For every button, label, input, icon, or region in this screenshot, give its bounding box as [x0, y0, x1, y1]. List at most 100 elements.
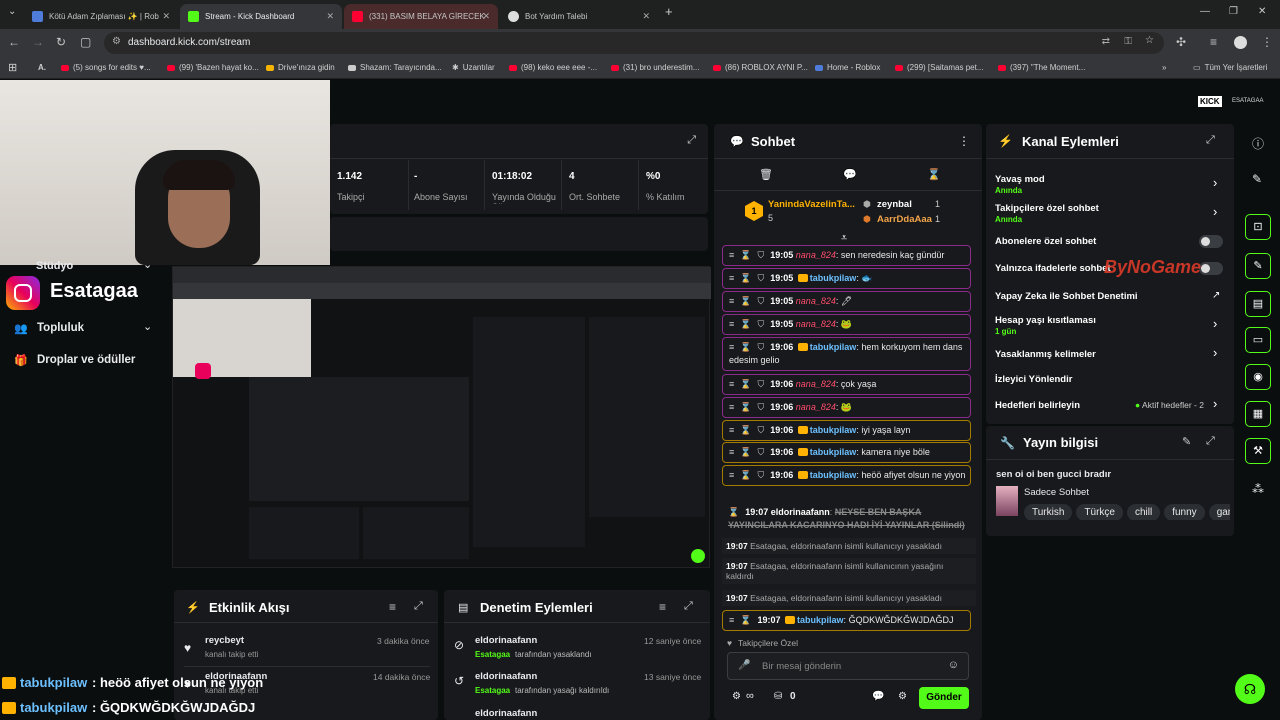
hourglass-icon[interactable]: ⌛ — [740, 249, 751, 262]
sidebar-item-studio[interactable]: Stüdyo — [36, 260, 73, 272]
pin-icon[interactable]: ≡ — [729, 341, 734, 354]
popout-icon[interactable]: ⤢ — [1206, 134, 1215, 147]
pin-icon[interactable]: ≡ — [729, 424, 734, 437]
shield-icon[interactable]: ⛉ — [757, 318, 764, 331]
chat-message[interactable]: ≡ ⌛ 19:07 tabukpilaw: ĞQDKWĞDKĞWJDAĞDJ — [722, 610, 971, 631]
message-user[interactable]: tabukpilaw — [810, 470, 857, 480]
moderation-user[interactable]: eldorinaafann — [475, 671, 537, 682]
side-panel-icon[interactable]: ▢ — [80, 35, 91, 49]
emoji-icon[interactable]: ☺ — [948, 659, 959, 671]
moderation-user[interactable]: eldorinaafann — [475, 708, 537, 720]
hourglass-icon[interactable]: ⌛ — [740, 424, 751, 437]
kick-logo-icon[interactable]: KICK — [1198, 96, 1222, 107]
moderation-user[interactable]: eldorinaafann — [475, 635, 537, 646]
pin-icon[interactable]: ≡ — [729, 446, 734, 459]
tag-pill[interactable]: gamin — [1208, 504, 1230, 520]
shield-icon[interactable]: ⛉ — [757, 341, 764, 354]
chat-message[interactable]: ≡ ⌛ ⛉ 19:06 tabukpilaw: iyi yaşa layn — [722, 420, 971, 441]
chat-mode-icon[interactable]: 💬 — [843, 168, 857, 181]
followers-only-action[interactable]: Takipçilere özel sohbet Anında — [995, 203, 1099, 224]
edit-pencil-icon[interactable]: ✎ — [1182, 435, 1191, 448]
bot-icon[interactable]: ⚙ — [732, 691, 741, 702]
tag-pill[interactable]: Türkçe — [1076, 504, 1123, 520]
password-key-icon[interactable]: ⚿ — [1124, 36, 1132, 47]
bookmark-a[interactable]: A. — [38, 63, 46, 72]
message-user[interactable]: eldorinaafann — [771, 507, 830, 517]
chat-message[interactable]: ≡ ⌛ ⛉ 19:06 tabukpilaw: kamera niye böle — [722, 442, 971, 463]
settings-gear-icon[interactable]: ⚙ — [898, 691, 907, 702]
address-bar[interactable]: ⚙ dashboard.kick.com/stream ⇄ ⚿ ☆ — [104, 32, 1164, 54]
sidebar-item-community[interactable]: Topluluk — [37, 322, 84, 334]
message-user[interactable]: nana_824 — [796, 402, 836, 412]
maximize-icon[interactable]: ❐ — [1229, 6, 1238, 17]
pin-icon[interactable]: ≡ — [729, 295, 734, 308]
chat-message[interactable]: ≡ ⌛ ⛉ 19:05 tabukpilaw: 🐟 — [722, 268, 971, 289]
close-tab-icon[interactable]: ✕ — [482, 11, 490, 22]
message-user[interactable]: nana_824 — [796, 250, 836, 260]
hourglass-icon[interactable]: ⌛ — [740, 401, 751, 414]
pencil-icon[interactable]: ✎ — [1252, 172, 1262, 186]
external-link-icon[interactable]: ↗ — [1212, 290, 1220, 301]
rail-layout-icon[interactable]: ▦ — [1245, 401, 1271, 427]
hourglass-icon[interactable]: ⌛ — [740, 446, 751, 459]
chat-message[interactable]: ≡ ⌛ ⛉ 19:06 nana_824: 🐸 — [722, 397, 971, 418]
translate-icon[interactable]: ⇄ — [1102, 36, 1110, 47]
pin-icon[interactable]: ≡ — [729, 401, 734, 414]
microphone-icon[interactable]: 🎤 — [738, 660, 750, 671]
chat-menu-icon[interactable]: ⋮ — [958, 134, 970, 148]
host-action[interactable]: İzleyici Yönlendir — [995, 374, 1072, 385]
message-user[interactable]: tabukpilaw — [810, 342, 857, 352]
tag-pill[interactable]: Turkish — [1024, 504, 1073, 520]
stream-preview[interactable] — [172, 266, 711, 568]
close-tab-icon[interactable]: ✕ — [326, 11, 334, 22]
close-window-icon[interactable]: ✕ — [1258, 6, 1266, 17]
activity-user[interactable]: reycbeyt — [205, 635, 244, 646]
shield-icon[interactable]: ⛉ — [757, 378, 764, 391]
bookmark-bro[interactable]: (31) bro underestim... — [611, 63, 699, 72]
hourglass-icon[interactable]: ⌛ — [740, 614, 751, 627]
chevron-down-icon[interactable]: ⌄ — [143, 258, 152, 271]
subscribers-only-toggle[interactable] — [1199, 235, 1223, 248]
chat-message[interactable]: ≡ ⌛ ⛉ 19:06 tabukpilaw: heöö afiyet olsun n… — [722, 465, 971, 486]
hourglass-icon[interactable]: ⌛ — [740, 272, 751, 285]
new-tab-icon[interactable]: + — [665, 4, 673, 19]
message-user[interactable]: nana_824 — [796, 319, 836, 329]
back-icon[interactable]: ← — [8, 35, 20, 49]
ai-moderation-action[interactable]: Yapay Zeka ile Sohbet Denetimi — [995, 291, 1138, 302]
trash-icon[interactable]: 🗑 — [759, 168, 773, 181]
all-bookmarks[interactable]: ▭ Tüm Yer İşaretleri — [1193, 63, 1267, 72]
account-age-action[interactable]: Hesap yaşı kısıtlaması 1 gün — [995, 315, 1096, 336]
pin-icon[interactable]: ≡ — [729, 378, 734, 391]
chevron-right-icon[interactable]: › — [1213, 204, 1217, 219]
pin-icon[interactable]: ≡ — [729, 272, 734, 285]
bookmark-extensions[interactable]: ✱ Uzantılar — [452, 63, 495, 72]
profile-avatar[interactable] — [1234, 36, 1247, 49]
hourglass-icon[interactable]: ⌛ — [927, 168, 941, 181]
browser-menu-icon[interactable]: ⋮ — [1261, 35, 1273, 49]
popout-icon[interactable]: ⤢ — [687, 134, 696, 147]
deleted-message[interactable]: ⌛ 19:07 eldorinaafann: NEYSE BEN BAŞKA YA… — [722, 503, 976, 535]
forward-icon[interactable]: → — [32, 35, 44, 49]
tag-pill[interactable]: funny — [1164, 504, 1205, 520]
chat-message[interactable]: ≡ ⌛ ⛉ 19:06 tabukpilaw: hem korkuyom hem da… — [722, 337, 971, 371]
rail-scan-icon[interactable]: ⊡ — [1245, 214, 1271, 240]
top-gifter-name[interactable]: YanindaVazelinTa... — [768, 199, 855, 210]
shield-icon[interactable]: ⛉ — [757, 272, 764, 285]
bookmark-keko[interactable]: (98) keko eee eee -... — [509, 63, 597, 72]
chat-settings-bubble-icon[interactable]: 💬 — [872, 691, 884, 702]
reload-icon[interactable]: ↻ — [56, 35, 66, 49]
media-controls-icon[interactable]: ≡ — [1210, 35, 1217, 49]
message-user[interactable]: nana_824 — [796, 296, 836, 306]
rail-document-icon[interactable]: ▤ — [1245, 291, 1271, 317]
hourglass-icon[interactable]: ⌛ — [740, 378, 751, 391]
bookmark-saitamas[interactable]: (299) [Saitamas pet... — [895, 63, 983, 72]
collapse-leaderboard-icon[interactable]: ⩡ — [841, 232, 847, 245]
hourglass-icon[interactable]: ⌛ — [740, 318, 751, 331]
slow-mode-action[interactable]: Yavaş mod Anında — [995, 174, 1045, 195]
shield-icon[interactable]: ⛉ — [757, 424, 764, 437]
gifter-name[interactable]: zeynbal — [877, 199, 912, 210]
chevron-right-icon[interactable]: › — [1213, 396, 1217, 411]
bookmark-songs[interactable]: (5) songs for edits ♥... — [61, 63, 151, 72]
pin-icon[interactable]: ≡ — [729, 249, 734, 262]
minimize-icon[interactable]: — — [1200, 6, 1210, 17]
